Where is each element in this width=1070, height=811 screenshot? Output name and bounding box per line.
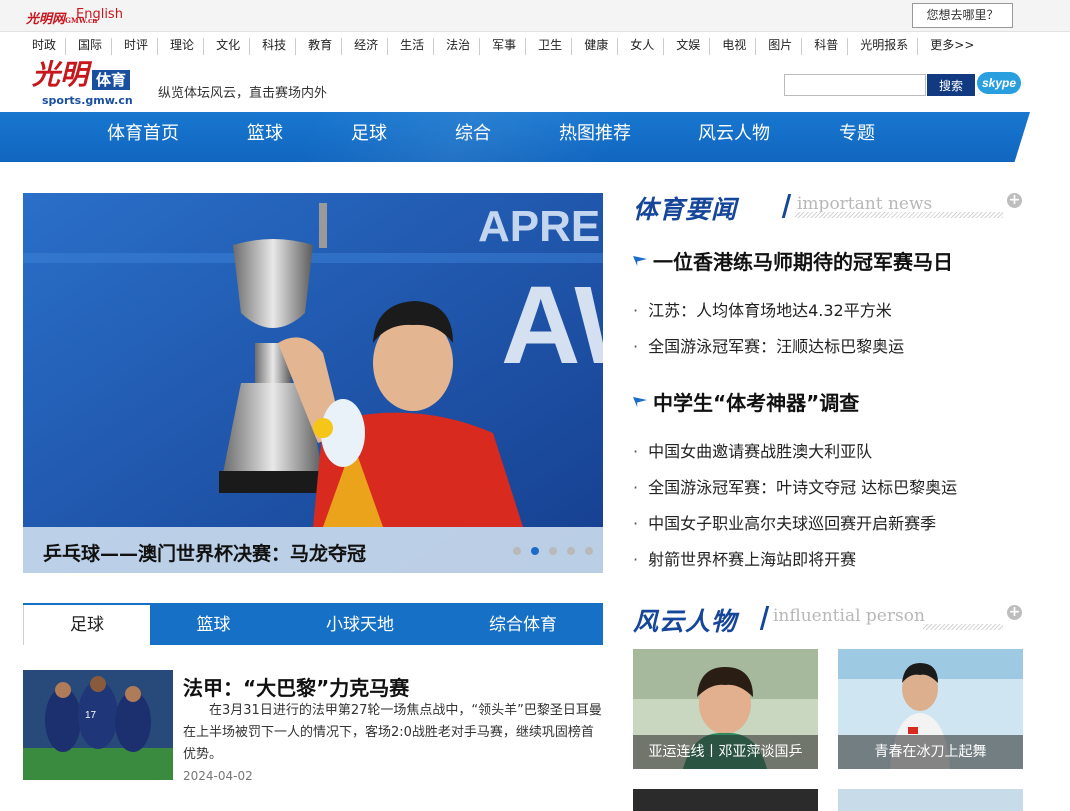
channel-link[interactable]: 国际 xyxy=(65,38,111,55)
category-tab[interactable]: 综合体育 xyxy=(443,605,603,645)
channel-link[interactable]: 卫生 xyxy=(525,38,571,55)
more-people-icon[interactable]: + xyxy=(1007,605,1022,620)
person-card-3-partial[interactable] xyxy=(633,789,818,811)
news-item[interactable]: 中国女子职业高尔夫球巡回赛开启新赛季 xyxy=(633,510,936,534)
news-item[interactable]: 中国女曲邀请赛战胜澳大利亚队 xyxy=(633,438,872,462)
channel-link[interactable]: 法治 xyxy=(433,38,479,55)
channel-link[interactable]: 时政 xyxy=(20,38,65,55)
channel-link[interactable]: 科技 xyxy=(249,38,295,55)
brand-glyph: 光明 xyxy=(32,58,89,91)
main-nav-item[interactable]: 足球 xyxy=(351,122,387,146)
person-card-1[interactable]: 亚运连线丨邓亚萍谈国乒 xyxy=(633,649,818,769)
slider-dot[interactable] xyxy=(513,547,521,555)
news-section-header: 体育要闻 important news + xyxy=(633,190,1023,224)
channel-link[interactable]: 经济 xyxy=(341,38,387,55)
channel-link[interactable]: 理论 xyxy=(157,38,203,55)
channel-link[interactable]: 文娱 xyxy=(663,38,709,55)
heading-rule xyxy=(795,212,1003,218)
brand-url: sports.gmw.cn xyxy=(42,94,133,107)
slider-dot[interactable] xyxy=(585,547,593,555)
article-card[interactable]: 17 法甲：“大巴黎”力克马赛 在3月31日进行的法甲第27轮一场焦点战中，“领… xyxy=(23,670,603,790)
category-tab[interactable]: 小球天地 xyxy=(277,605,443,645)
channel-link[interactable]: 更多>> xyxy=(917,38,983,55)
category-tab[interactable]: 足球 xyxy=(23,605,150,645)
person-card-1-label: 亚运连线丨邓亚萍谈国乒 xyxy=(633,735,818,769)
search-input[interactable] xyxy=(784,74,926,96)
channel-link[interactable]: 健康 xyxy=(571,38,617,55)
slider-caption[interactable]: 乒乓球——澳门世界杯决赛：马龙夺冠 xyxy=(43,539,366,566)
main-nav-item[interactable]: 热图推荐 xyxy=(559,122,631,146)
brand-badge: 体育 xyxy=(92,70,131,90)
news-heading-en: important news xyxy=(797,194,933,214)
more-news-icon[interactable]: + xyxy=(1007,193,1022,208)
featured-photo: APRE AW xyxy=(23,193,603,573)
gmw-small-logo-text: 光明网 xyxy=(26,12,66,27)
top-bar: 光明网GMW.cn English 您想去哪里？ xyxy=(0,0,1070,32)
main-nav-item[interactable]: 综合 xyxy=(455,122,491,146)
channel-link[interactable]: 光明报系 xyxy=(847,38,917,55)
where-to-go-button[interactable]: 您想去哪里？ xyxy=(912,3,1013,28)
people-heading: 风云人物 xyxy=(633,607,738,636)
channel-link[interactable]: 女人 xyxy=(617,38,663,55)
backdrop-text: APRE xyxy=(478,202,600,251)
english-link[interactable]: English xyxy=(76,7,123,22)
main-nav-item[interactable]: 体育首页 xyxy=(107,122,179,146)
slider-caption-bar: 乒乓球——澳门世界杯决赛：马龙夺冠 xyxy=(23,527,603,573)
person-card-4-partial[interactable] xyxy=(838,789,1023,811)
article-date: 2024-04-02 xyxy=(183,769,253,783)
news-item[interactable]: 全国游泳冠军赛：叶诗文夺冠 达标巴黎奥运 xyxy=(633,474,957,498)
article-title[interactable]: 法甲：“大巴黎”力克马赛 xyxy=(183,672,409,701)
backdrop-text-2: AW xyxy=(501,264,603,387)
channel-link[interactable]: 图片 xyxy=(755,38,801,55)
person-card-2[interactable]: 青春在冰刀上起舞 xyxy=(838,649,1023,769)
channel-link[interactable]: 时评 xyxy=(111,38,157,55)
brand-logo[interactable]: 光明 体育 sports.gmw.cn xyxy=(32,59,142,109)
main-nav-item[interactable]: 篮球 xyxy=(247,122,283,146)
heading-slash xyxy=(781,194,792,218)
flag-icon xyxy=(633,397,647,407)
channel-link[interactable]: 文化 xyxy=(203,38,249,55)
featured-slider[interactable]: APRE AW 乒乓球——澳门世界杯决赛：马龙夺冠 xyxy=(23,193,603,573)
people-section-header: 风云人物 influential person + xyxy=(633,602,1023,636)
article-summary: 在3月31日进行的法甲第27轮一场焦点战中，“领头羊”巴黎圣日耳曼在上半场被罚下… xyxy=(183,703,602,762)
site-slogan: 纵览体坛风云，直击赛场内外 xyxy=(158,86,328,101)
news-heading: 体育要闻 xyxy=(633,195,738,224)
slider-dot[interactable] xyxy=(567,547,575,555)
heading-slash xyxy=(759,606,770,630)
article-thumbnail[interactable]: 17 xyxy=(23,670,173,780)
main-nav: 体育首页 篮球 足球 综合 热图推荐 风云人物 专题 xyxy=(0,112,1030,162)
main-nav-item[interactable]: 风云人物 xyxy=(698,122,770,146)
news-item[interactable]: 全国游泳冠军赛：汪顺达标巴黎奥运 xyxy=(633,333,904,357)
slider-dots xyxy=(513,547,593,555)
channel-nav: 时政 国际 时评 理论 文化 科技 教育 经济 生活 法治 军事 卫生 健康 女人 文娱 电视 图片 科普 光明报系… xyxy=(20,35,983,55)
channel-link[interactable]: 电视 xyxy=(709,38,755,55)
skype-icon[interactable]: skype xyxy=(977,72,1021,94)
slider-dot[interactable] xyxy=(549,547,557,555)
category-tab[interactable]: 篮球 xyxy=(150,605,277,645)
channel-link[interactable]: 科普 xyxy=(801,38,847,55)
svg-text:17: 17 xyxy=(85,710,97,721)
news-item[interactable]: 江苏：人均体育场地达4.32平方米 xyxy=(633,297,892,321)
news-item[interactable]: 射箭世界杯赛上海站即将开赛 xyxy=(633,546,856,570)
person-card-2-label: 青春在冰刀上起舞 xyxy=(838,735,1023,769)
main-nav-item[interactable]: 专题 xyxy=(839,122,875,146)
news-headline-2[interactable]: 中学生“体考神器”调查 xyxy=(633,387,859,416)
news-headline-2-text: 中学生“体考神器”调查 xyxy=(653,391,860,415)
news-headline-1-text: 一位香港练马师期待的冠军赛马日 xyxy=(653,250,953,274)
news-headline-1[interactable]: 一位香港练马师期待的冠军赛马日 xyxy=(633,246,953,275)
channel-link[interactable]: 教育 xyxy=(295,38,341,55)
search-button[interactable]: 搜索 xyxy=(927,74,975,96)
heading-rule xyxy=(923,624,1003,630)
people-heading-en: influential person xyxy=(773,606,925,626)
channel-link[interactable]: 生活 xyxy=(387,38,433,55)
category-tabs: 足球 篮球 小球天地 综合体育 xyxy=(23,603,603,645)
channel-link[interactable]: 军事 xyxy=(479,38,525,55)
flag-icon xyxy=(633,256,647,266)
slider-dot[interactable] xyxy=(531,547,539,555)
